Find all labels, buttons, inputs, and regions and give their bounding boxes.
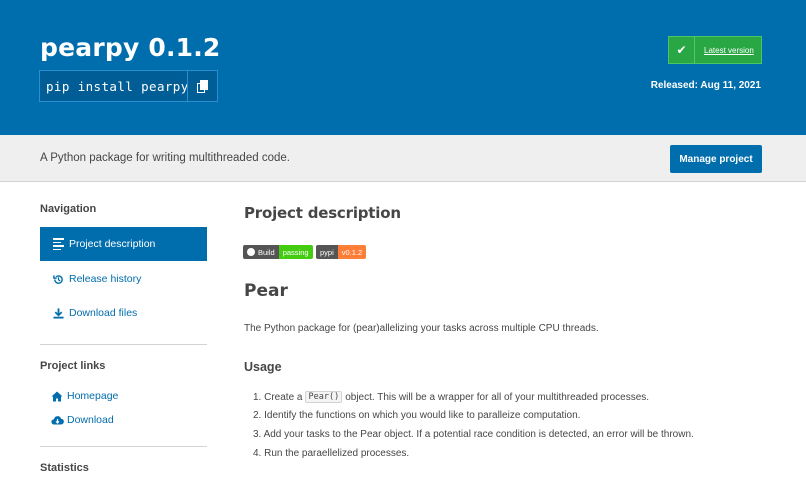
usage-heading: Usage xyxy=(244,360,282,374)
list-item: 2. Identify the functions on which you w… xyxy=(253,410,581,421)
sidebar-divider xyxy=(40,446,207,447)
latest-version-link[interactable]: Latest version xyxy=(695,46,754,55)
nav-item-release-history[interactable]: Release history xyxy=(40,262,207,296)
readme-intro: The Python package for (pear)allelizing … xyxy=(244,323,599,334)
link-label: Homepage xyxy=(67,390,119,402)
project-summary: A Python package for writing multithread… xyxy=(40,152,290,164)
sidebar-divider xyxy=(40,344,207,345)
history-icon xyxy=(50,274,66,285)
cloud-download-icon xyxy=(50,415,64,426)
badge-right-label: v0.1.2 xyxy=(337,245,367,259)
project-header: pearpy 0.1.2 pip install pearpy ✔ Latest… xyxy=(0,0,806,135)
nav-item-project-description[interactable]: Project description xyxy=(40,227,207,261)
pypi-badge[interactable]: pypi v0.1.2 xyxy=(316,245,367,259)
pip-command: pip install pearpy xyxy=(46,78,189,94)
download-link[interactable]: Download xyxy=(50,414,114,426)
latest-version-badge[interactable]: ✔ Latest version xyxy=(668,36,762,64)
project-description-heading: Project description xyxy=(244,204,401,222)
inline-code: Pear() xyxy=(305,391,343,403)
list-item: 3. Add your tasks to the Pear object. If… xyxy=(253,429,694,440)
project-links-heading: Project links xyxy=(40,360,106,372)
manage-project-button[interactable]: Manage project xyxy=(670,145,762,173)
copy-icon xyxy=(196,79,209,93)
navigation-heading: Navigation xyxy=(40,203,97,215)
summary-strip: A Python package for writing multithread… xyxy=(0,135,806,182)
lines-icon xyxy=(50,238,66,250)
release-date: Released: Aug 11, 2021 xyxy=(650,80,761,91)
home-icon xyxy=(50,391,64,402)
build-badge[interactable]: Build passing xyxy=(243,245,313,259)
nav-item-download-files[interactable]: Download files xyxy=(40,296,207,330)
nav-item-label: Download files xyxy=(69,307,138,319)
link-label: Download xyxy=(67,414,114,426)
list-item: 1. Create a Pear() object. This will be … xyxy=(253,391,650,403)
check-icon: ✔ xyxy=(669,37,695,63)
github-icon xyxy=(247,248,255,256)
copy-button[interactable] xyxy=(187,71,217,101)
badge-left-label: pypi xyxy=(316,245,338,259)
badge-right-label: passing xyxy=(278,245,313,259)
statistics-heading: Statistics xyxy=(40,462,89,474)
badge-left-label: Build xyxy=(258,247,275,257)
pip-install-box: pip install pearpy xyxy=(39,70,218,102)
readme-title: Pear xyxy=(244,281,288,301)
package-title: pearpy 0.1.2 xyxy=(40,33,221,62)
nav-item-label: Project description xyxy=(69,238,156,250)
nav-item-label: Release history xyxy=(69,273,142,285)
list-item: 4. Run the paraellelized processes. xyxy=(253,448,410,459)
homepage-link[interactable]: Homepage xyxy=(50,390,118,402)
download-icon xyxy=(50,307,66,319)
